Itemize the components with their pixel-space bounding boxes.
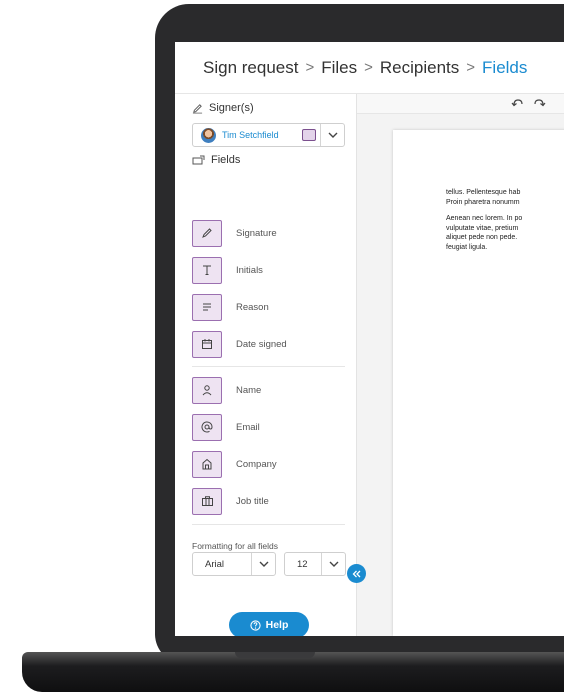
field-job-title[interactable]: Job title	[192, 487, 269, 515]
building-icon	[192, 450, 222, 478]
field-name[interactable]: Name	[192, 376, 261, 404]
app-screen: Sign request > Files > Recipients > Fiel…	[175, 42, 564, 636]
field-label: Initials	[236, 264, 263, 276]
divider	[192, 366, 345, 367]
field-company[interactable]: Company	[192, 450, 277, 478]
laptop-notch	[235, 652, 315, 658]
breadcrumb: Sign request > Files > Recipients > Fiel…	[175, 42, 564, 94]
breadcrumb-separator: >	[466, 59, 476, 76]
field-signature[interactable]: Signature	[192, 219, 277, 247]
font-select[interactable]: Arial	[192, 552, 276, 576]
help-button[interactable]: Help	[229, 612, 309, 636]
field-initials[interactable]: Initials	[192, 256, 263, 284]
field-label: Email	[236, 421, 260, 433]
help-button-label: Help	[265, 619, 289, 631]
text-line: tellus. Pellentesque hab	[446, 189, 521, 196]
field-reason[interactable]: Reason	[192, 293, 269, 321]
at-icon	[192, 413, 222, 441]
signer-select[interactable]: Tim Setchfield	[192, 123, 345, 147]
text-line: Aenean nec lorem. In po	[446, 215, 523, 222]
double-chevron-left-icon	[352, 570, 361, 577]
font-select-value: Arial	[205, 558, 225, 570]
text-line: vulputate vitae, pretium	[446, 224, 519, 232]
fields-heading-label: Fields	[211, 154, 241, 166]
text-t-icon	[192, 256, 222, 284]
question-circle-icon	[249, 619, 261, 631]
chevron-down-icon[interactable]	[321, 553, 345, 575]
avatar	[201, 127, 216, 143]
formatting-label: Formatting for all fields	[192, 541, 278, 551]
laptop-base	[22, 652, 564, 692]
breadcrumb-step-recipients[interactable]: Recipients	[380, 58, 459, 78]
person-icon	[192, 376, 222, 404]
document-toolbar	[357, 94, 564, 114]
size-select[interactable]: 12	[284, 552, 346, 576]
text-line: aliquet pede non pede.	[446, 234, 518, 241]
chevron-down-icon[interactable]	[251, 553, 275, 575]
field-label: Company	[236, 458, 277, 470]
chevron-down-icon[interactable]	[320, 124, 344, 146]
breadcrumb-step-files[interactable]: Files	[321, 58, 357, 78]
breadcrumb-separator: >	[305, 59, 315, 76]
signers-heading-label: Signer(s)	[209, 102, 254, 114]
field-label: Job title	[236, 495, 269, 507]
field-label: Reason	[236, 301, 269, 313]
breadcrumb-step-fields[interactable]: Fields	[482, 58, 527, 78]
field-email[interactable]: Email	[192, 413, 260, 441]
fields-heading: Fields	[192, 154, 240, 166]
document-paragraph: tellus. Pellentesque hab Proin pharetra …	[446, 188, 520, 207]
document-viewer: tellus. Pellentesque hab Proin pharetra …	[357, 94, 564, 636]
signers-heading: Signer(s)	[192, 102, 254, 114]
calendar-icon	[192, 330, 222, 358]
lines-icon	[192, 293, 222, 321]
breadcrumb-separator: >	[364, 59, 373, 76]
fields-icon	[192, 155, 205, 165]
size-select-value: 12	[297, 558, 308, 570]
document-page[interactable]: tellus. Pellentesque hab Proin pharetra …	[393, 130, 564, 636]
redo-icon[interactable]	[533, 98, 546, 107]
field-date-signed[interactable]: Date signed	[192, 330, 287, 358]
text-line: feugiat ligula.	[446, 243, 488, 251]
signer-name: Tim Setchfield	[222, 130, 279, 140]
signer-color-swatch[interactable]	[302, 129, 316, 141]
text-line: Proin pharetra nonumm	[446, 198, 520, 206]
collapse-sidebar-button[interactable]	[347, 564, 366, 583]
field-label: Date signed	[236, 338, 287, 350]
pen-icon	[192, 219, 222, 247]
breadcrumb-step-sign-request[interactable]: Sign request	[203, 58, 298, 78]
pencil-icon	[192, 103, 203, 113]
field-label: Name	[236, 384, 262, 396]
divider	[192, 524, 345, 525]
undo-icon[interactable]	[511, 98, 524, 107]
fields-sidebar: Signer(s) Tim Setchfield Fields Signatur…	[175, 94, 357, 636]
field-label: Signature	[236, 227, 277, 239]
document-paragraph: Aenean nec lorem. In po vulputate vitae,…	[446, 214, 522, 252]
briefcase-icon	[192, 487, 222, 515]
